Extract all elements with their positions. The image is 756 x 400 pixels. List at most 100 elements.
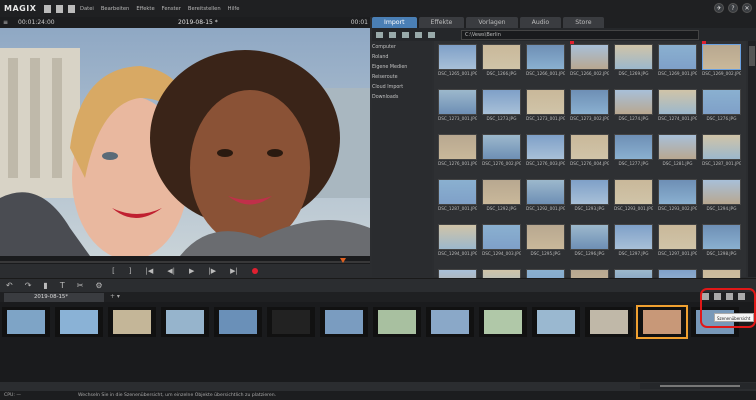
- mediapool-scroll-thumb[interactable]: [749, 46, 755, 66]
- media-thumbnail[interactable]: DSC_1294_001.JPG: [438, 224, 477, 260]
- tab-import[interactable]: Import: [372, 17, 417, 28]
- fx-icon[interactable]: ⚙: [95, 281, 102, 290]
- new-file-icon[interactable]: [44, 4, 51, 13]
- media-thumbnail[interactable]: DSC_1293_001.JPG: [614, 179, 653, 215]
- split-icon[interactable]: ✂: [77, 281, 84, 290]
- media-thumbnail[interactable]: DSC_1297.JPG: [614, 224, 653, 260]
- nav-item-eigene-medien[interactable]: Eigene Medien: [372, 64, 432, 74]
- view-icon[interactable]: [402, 31, 409, 38]
- scrub-bar[interactable]: [0, 256, 370, 264]
- undo-icon[interactable]: ↶: [6, 281, 13, 290]
- tab-effekte[interactable]: Effekte: [418, 17, 465, 28]
- mediapool-scrollbar[interactable]: [748, 41, 756, 277]
- media-thumbnail[interactable]: DSC_1293_002.JPG: [658, 179, 697, 215]
- media-thumbnail[interactable]: DSC_1266_002.JPG: [570, 41, 609, 80]
- media-thumbnail[interactable]: DSC_1276_002.JPG: [482, 134, 521, 170]
- media-thumbnail[interactable]: DSC_1269_001.JPG: [658, 44, 697, 80]
- close-icon[interactable]: ✕: [742, 3, 752, 13]
- media-thumbnail[interactable]: DSC_1294_003.JPG: [482, 224, 521, 260]
- media-thumbnail[interactable]: DSC_1295.JPG: [526, 224, 565, 260]
- media-thumbnail[interactable]: DSC_1265_001.JPG: [438, 44, 477, 80]
- storyboard-clip[interactable]: [267, 307, 315, 337]
- media-thumbnail[interactable]: DSC_1276.JPG: [702, 89, 741, 125]
- play-button[interactable]: ▶: [189, 267, 194, 275]
- pin-icon[interactable]: ✈: [714, 3, 724, 13]
- save-icon[interactable]: [68, 4, 75, 13]
- storyboard-clip[interactable]: [161, 307, 209, 337]
- path-field[interactable]: C:\Vews\Berlin: [461, 29, 699, 40]
- media-thumbnail[interactable]: DSC_1277.JPG: [614, 134, 653, 170]
- media-thumbnail[interactable]: DSC_1273_001.JPG: [438, 89, 477, 125]
- tab-vorlagen[interactable]: Vorlagen: [466, 17, 518, 28]
- nav-item-downloads[interactable]: Downloads: [372, 94, 432, 104]
- media-thumbnail[interactable]: DSC_1273_001.JPG: [526, 89, 565, 125]
- media-thumbnail[interactable]: DSC_1269.JPG: [614, 44, 653, 80]
- media-thumbnail[interactable]: DSC_1276_003.JPG: [526, 134, 565, 170]
- media-thumbnail[interactable]: DSC_1269_002.JPG: [702, 41, 741, 80]
- storyboard-clip[interactable]: [426, 307, 474, 337]
- tab-audio[interactable]: Audio: [519, 17, 562, 28]
- media-thumbnail[interactable]: DSC_1292_001.JPG: [526, 179, 565, 215]
- storyboard-clip[interactable]: [479, 307, 527, 337]
- media-thumbnail[interactable]: DSC_1287_001.JPG: [438, 179, 477, 215]
- media-thumbnail[interactable]: DSC_1293.JPG: [570, 179, 609, 215]
- media-thumbnail[interactable]: DSC_1273.JPG: [482, 89, 521, 125]
- storyboard-clip[interactable]: [214, 307, 262, 337]
- media-thumbnail[interactable]: DSC_1298.JPG: [702, 224, 741, 260]
- storyboard-clip[interactable]: [2, 307, 50, 337]
- open-folder-icon[interactable]: [56, 4, 63, 13]
- media-thumbnail[interactable]: DSC_1292.JPG: [482, 179, 521, 215]
- to-end-button[interactable]: ▶|: [230, 267, 238, 275]
- menu-icon[interactable]: ≡: [3, 19, 8, 26]
- forward-icon[interactable]: [389, 31, 396, 38]
- menu-fenster[interactable]: Fenster: [162, 6, 181, 12]
- nav-item-reiseroute[interactable]: Reiseroute: [372, 74, 432, 84]
- media-thumbnail[interactable]: DSC_1273_002.JPG: [570, 89, 609, 125]
- mark-out-button[interactable]: ]: [129, 267, 132, 275]
- mark-in-button[interactable]: [: [112, 267, 115, 275]
- settings-icon[interactable]: [428, 31, 435, 38]
- storyboard-clip[interactable]: [108, 307, 156, 337]
- tab-store[interactable]: Store: [563, 17, 604, 28]
- text-icon[interactable]: T: [60, 281, 65, 290]
- storyboard-clip[interactable]: [636, 305, 688, 339]
- next-marker-button[interactable]: |▶: [208, 267, 216, 275]
- media-thumbnail[interactable]: DSC_1266.JPG: [482, 44, 521, 80]
- media-thumbnail[interactable]: DSC_1266_001.JPG: [526, 44, 565, 80]
- record-icon[interactable]: [251, 268, 258, 274]
- media-thumbnail[interactable]: DSC_1281.JPG: [658, 134, 697, 170]
- media-thumbnail[interactable]: DSC_1276_004.JPG: [570, 134, 609, 170]
- tab-project-2019-08-15[interactable]: 2019-08-15*: [4, 293, 104, 302]
- video-preview[interactable]: [0, 28, 370, 256]
- media-thumbnail[interactable]: DSC_1294.JPG: [702, 179, 741, 215]
- nav-item-roland[interactable]: Roland: [372, 54, 432, 64]
- to-start-button[interactable]: |◀: [146, 267, 154, 275]
- media-thumbnail[interactable]: DSC_1296.JPG: [570, 224, 609, 260]
- nav-item-computer[interactable]: Computer: [372, 44, 432, 54]
- redo-icon[interactable]: ↷: [25, 281, 32, 290]
- zoom-slider[interactable]: [660, 385, 740, 387]
- previous-marker-button[interactable]: ◀|: [167, 267, 175, 275]
- media-thumbnail[interactable]: DSC_1274.JPG: [614, 89, 653, 125]
- search-icon[interactable]: [415, 31, 422, 38]
- storyboard-clip[interactable]: [585, 307, 633, 337]
- media-thumbnail[interactable]: DSC_1287_001.JPG: [702, 134, 741, 170]
- add-tab-button[interactable]: + ▾: [110, 293, 120, 300]
- menu-bearbeiten[interactable]: Bearbeiten: [101, 6, 130, 12]
- menu-datei[interactable]: Datei: [80, 6, 94, 12]
- storyboard-clip[interactable]: [55, 307, 103, 337]
- thumbnail-image: [438, 224, 477, 250]
- media-thumbnail[interactable]: DSC_1274_001.JPG: [658, 89, 697, 125]
- menu-hilfe[interactable]: Hilfe: [228, 6, 240, 12]
- delete-icon[interactable]: ▮: [43, 281, 47, 290]
- storyboard-clip[interactable]: [373, 307, 421, 337]
- storyboard-clip[interactable]: [320, 307, 368, 337]
- help-icon[interactable]: ?: [728, 3, 738, 13]
- storyboard-clip[interactable]: [532, 307, 580, 337]
- nav-item-cloud-import[interactable]: Cloud Import: [372, 84, 432, 94]
- menu-effekte[interactable]: Effekte: [136, 6, 154, 12]
- media-thumbnail[interactable]: DSC_1276_001.JPG: [438, 134, 477, 170]
- menu-bereitstellen[interactable]: Bereitstellen: [188, 6, 221, 12]
- media-thumbnail[interactable]: DSC_1297_001.JPG: [658, 224, 697, 260]
- back-icon[interactable]: [376, 31, 383, 38]
